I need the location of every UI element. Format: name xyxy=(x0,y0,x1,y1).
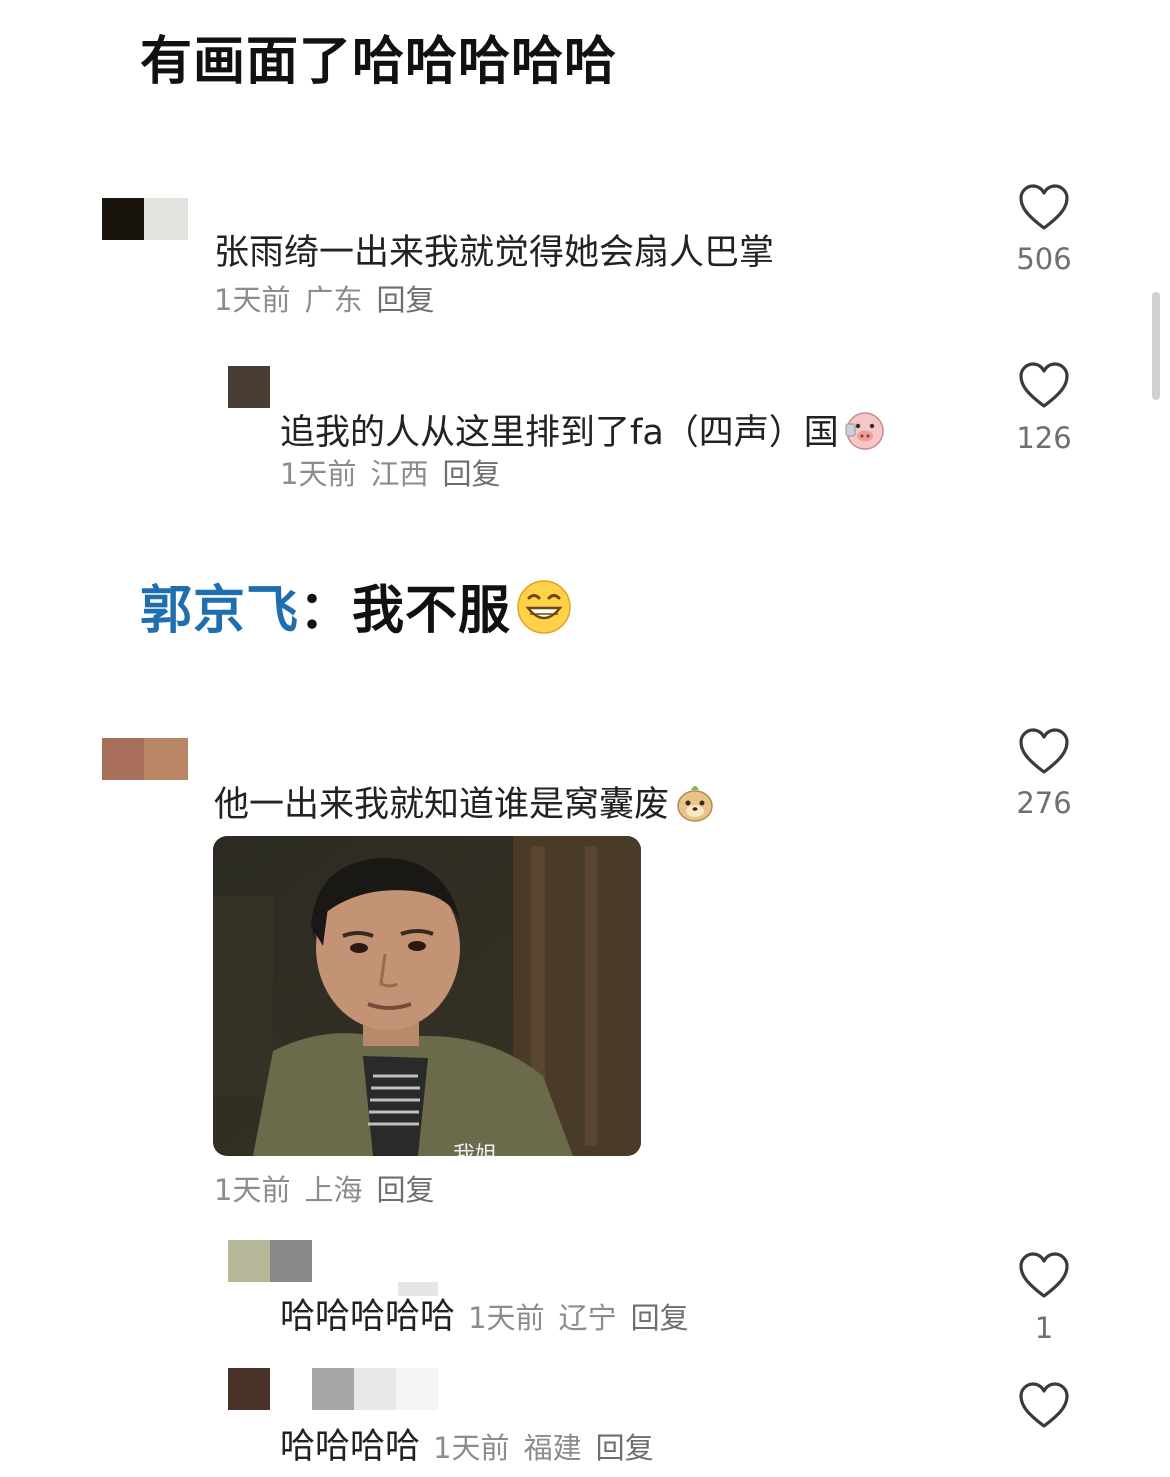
caption-separator: ： xyxy=(299,581,353,641)
reply-button[interactable]: 回复 xyxy=(631,1301,689,1335)
comment-time: 1天前 xyxy=(214,1173,291,1207)
comment-text: 张雨绮一出来我就觉得她会扇人巴掌 xyxy=(214,233,775,273)
pig-face-emoji-icon xyxy=(845,412,884,450)
comment-text: 追我的人从这里排到了fa（四声）国 xyxy=(280,408,887,452)
comment-image[interactable]: 我姐 xyxy=(213,836,641,1156)
like-count: 126 xyxy=(1016,421,1072,455)
comment-meta: 1天前 辽宁 回复 xyxy=(468,1301,702,1335)
comment-meta: 1天前 上海 回复 xyxy=(214,1176,448,1205)
comment-meta: 1天前 福建 回复 xyxy=(433,1431,667,1465)
comment-time: 1天前 xyxy=(280,457,357,491)
avatar[interactable] xyxy=(228,366,270,408)
comment-time: 1天前 xyxy=(214,283,291,317)
heart-icon[interactable] xyxy=(1018,184,1070,232)
avatar[interactable] xyxy=(102,738,188,780)
comment-line: 哈哈哈哈哈 1天前 辽宁 回复 xyxy=(280,1300,703,1335)
like-count: 506 xyxy=(1016,242,1072,276)
comment-location: 福建 xyxy=(523,1431,582,1465)
caption-mid: 郭京飞：我不服 xyxy=(140,578,573,637)
reply-button[interactable]: 回复 xyxy=(376,283,434,317)
comment-time: 1天前 xyxy=(468,1301,545,1335)
reply-button[interactable]: 回复 xyxy=(376,1173,434,1207)
scrollbar[interactable] xyxy=(1152,292,1160,400)
comment-text: 哈哈哈哈哈 xyxy=(280,1297,456,1337)
comment-time: 1天前 xyxy=(433,1431,510,1465)
like-count: 276 xyxy=(1016,786,1072,820)
comment-location: 广东 xyxy=(304,283,363,317)
meerkat-emoji-icon xyxy=(677,786,713,822)
caption-text: 我不服 xyxy=(352,581,512,641)
heart-icon[interactable] xyxy=(1018,728,1070,776)
comment-line: 哈哈哈哈 1天前 福建 回复 xyxy=(280,1430,668,1465)
comment-meta: 1天前 江西 回复 xyxy=(280,460,514,489)
comment-meta: 1天前 广东 回复 xyxy=(214,286,448,315)
heart-icon[interactable] xyxy=(1018,362,1070,410)
avatar[interactable] xyxy=(102,198,188,240)
comment-location: 辽宁 xyxy=(558,1301,617,1335)
reply-button[interactable]: 回复 xyxy=(442,457,500,491)
caption-speaker: 郭京飞 xyxy=(140,581,300,641)
username-blur xyxy=(398,1282,438,1296)
comment-location: 上海 xyxy=(304,1173,363,1207)
username-blur xyxy=(312,1368,438,1410)
grinning-face-emoji-icon xyxy=(517,580,571,634)
heart-icon[interactable] xyxy=(1018,1252,1070,1300)
comment-text: 他一出来我就知道谁是窝囊废 xyxy=(214,780,717,824)
heart-icon[interactable] xyxy=(1018,1382,1070,1430)
avatar[interactable] xyxy=(228,1240,312,1282)
image-subtitle: 我姐 xyxy=(453,1142,497,1156)
caption-top: 有画面了哈哈哈哈哈 xyxy=(140,32,618,92)
comment-text-body: 他一出来我就知道谁是窝囊废 xyxy=(214,785,670,825)
comment-text: 哈哈哈哈 xyxy=(280,1427,421,1467)
comment-location: 江西 xyxy=(370,457,429,491)
comment-text-body: 追我的人从这里排到了fa（四声）国 xyxy=(280,413,839,453)
reply-button[interactable]: 回复 xyxy=(596,1431,654,1465)
like-count: 1 xyxy=(1034,1311,1054,1345)
avatar[interactable] xyxy=(228,1368,270,1410)
